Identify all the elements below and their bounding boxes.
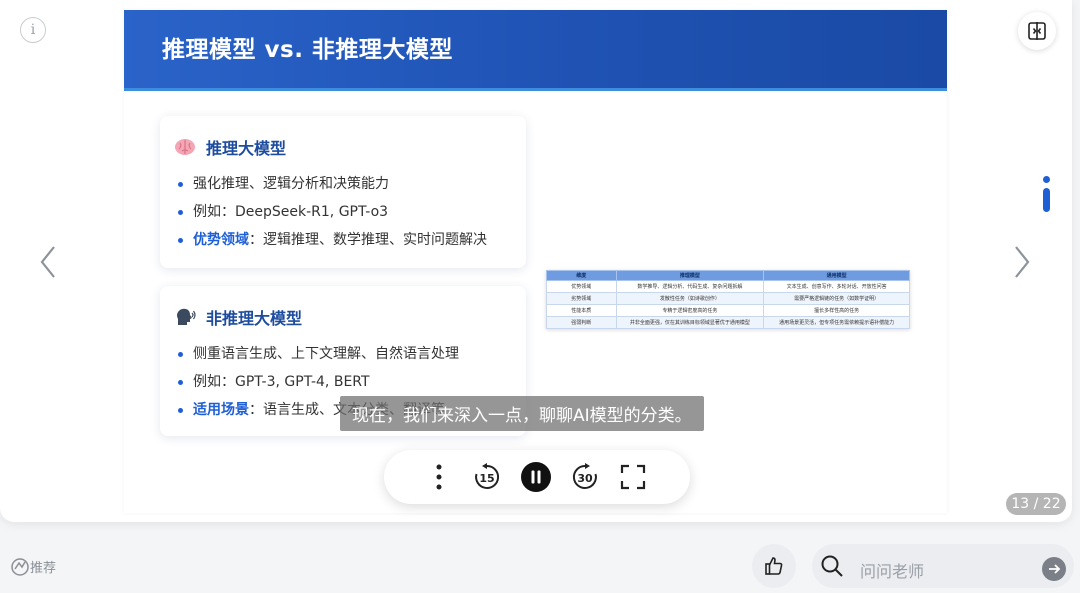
table-cell: 并非全面更强，仅在其训练目标领域显著优于通用模型 (615, 316, 765, 329)
split-view-icon (1028, 22, 1046, 40)
table-cell: 擅长多样性高的任务 (763, 304, 910, 317)
ask-teacher-bar[interactable]: 问问老师 (812, 544, 1074, 588)
forward-seconds: 30 (577, 472, 593, 485)
card-header: 推理大模型 (174, 135, 286, 159)
info-dot (1043, 176, 1050, 183)
ask-input-placeholder: 问问老师 (860, 562, 925, 581)
bullet-dot (178, 237, 183, 243)
table-cell: 发散性任务（如诗歌创作） (615, 292, 765, 305)
recommend-icon (11, 558, 29, 576)
table-cell: 通用场景更灵活，但专项任务需依赖提示语补偿能力 (763, 316, 910, 329)
slide-canvas: 推理模型 vs. 非推理大模型 推理大模型 强化推理、逻辑分析和决策能力 例如：… (124, 10, 947, 513)
table-cell: 数学推导、逻辑分析、代码生成、复杂问题拆解 (615, 280, 765, 293)
send-button[interactable] (1042, 557, 1066, 581)
list-item: 例如：GPT-3, GPT-4, BERT (178, 368, 459, 396)
card-title: 推理大模型 (206, 139, 287, 158)
slide-header: 推理模型 vs. 非推理大模型 (124, 10, 947, 91)
table-row: 强弱判断 并非全面更强，仅在其训练目标领域显著优于通用模型 通用场景更灵活，但专… (546, 316, 910, 329)
info-button[interactable]: i (20, 17, 46, 43)
bullet-dot (178, 379, 183, 385)
table-cell: 性能本质 (546, 304, 617, 317)
forward-30-icon: 30 (572, 463, 597, 489)
bullet-highlight: 适用场景 (193, 402, 249, 418)
table-cell: 优势领域 (546, 280, 617, 293)
next-slide-button[interactable] (1010, 244, 1034, 280)
forward-button[interactable]: 30 (568, 460, 602, 494)
slide-title: 推理模型 vs. 非推理大模型 (162, 37, 453, 63)
rewind-15-icon: 15 (475, 463, 500, 489)
table-header-row: 维度 推理模型 通用模型 (546, 270, 910, 281)
list-item: 例如：DeepSeek-R1, GPT-o3 (178, 198, 487, 226)
rewind-button[interactable]: 15 (470, 460, 504, 494)
bullet-text: 例如：DeepSeek-R1, GPT-o3 (193, 204, 389, 220)
bullet-dot (178, 407, 183, 413)
info-icon: i (30, 22, 36, 38)
thumbs-up-icon (765, 557, 783, 575)
playback-controls: 15 30 (384, 450, 690, 504)
slide-viewer: i 推理模型 vs. 非推理大模型 推理大模型 强化推理、逻辑分析和决策能力 例… (0, 0, 1072, 522)
like-button[interactable] (752, 544, 796, 588)
reasoning-model-card: 推理大模型 强化推理、逻辑分析和决策能力 例如：DeepSeek-R1, GPT… (160, 116, 526, 268)
bullet-text: 侧重语言生成、上下文理解、自然语言处理 (193, 346, 459, 362)
bullet-list: 强化推理、逻辑分析和决策能力 例如：DeepSeek-R1, GPT-o3 优势… (178, 170, 487, 254)
table-row: 性能本质 专精于逻辑密度高的任务 擅长多样性高的任务 (546, 304, 910, 317)
table-cell: 劣势领域 (546, 292, 617, 305)
recommend-link[interactable]: 推荐 (10, 555, 56, 577)
recommend-label: 推荐 (30, 560, 57, 576)
brain-icon (174, 137, 196, 157)
bullet-highlight: 优势领域 (193, 232, 249, 248)
table-header: 推理模型 (615, 270, 765, 281)
arrow-right-icon (1049, 564, 1061, 574)
pause-button[interactable] (519, 460, 553, 494)
card-title: 非推理大模型 (206, 309, 303, 328)
subtitle-caption: 现在，我们来深入一点，聊聊AI模型的分类。 (340, 396, 704, 431)
bullet-dot (178, 209, 183, 215)
slide-info-indicator[interactable] (1040, 176, 1052, 216)
table-header: 维度 (546, 270, 617, 281)
table-row: 劣势领域 发散性任务（如诗歌创作） 需要严格逻辑链的任务（如数学证明） (546, 292, 910, 305)
card-header: 非推理大模型 (174, 305, 302, 329)
table-cell: 文本生成、创意写作、多轮对话、开放性问答 (763, 280, 910, 293)
list-item: 强化推理、逻辑分析和决策能力 (178, 170, 487, 198)
bullet-text: 强化推理、逻辑分析和决策能力 (193, 176, 389, 192)
table-cell: 专精于逻辑密度高的任务 (615, 304, 765, 317)
bullet-text: 例如：GPT-3, GPT-4, BERT (193, 374, 370, 390)
rewind-seconds: 15 (479, 472, 494, 485)
list-item: 优势领域 ：逻辑推理、数学推理、实时问题解决 (178, 226, 487, 254)
split-view-button[interactable] (1018, 12, 1056, 50)
table-header: 通用模型 (763, 270, 910, 281)
list-item: 侧重语言生成、上下文理解、自然语言处理 (178, 340, 459, 368)
more-icon (436, 464, 442, 490)
fullscreen-button[interactable] (616, 460, 650, 494)
page-counter: 13 / 22 (1006, 493, 1066, 515)
previous-slide-button[interactable] (36, 244, 60, 280)
bullet-text: ：逻辑推理、数学推理、实时问题解决 (249, 232, 487, 248)
table-row: 优势领域 数学推导、逻辑分析、代码生成、复杂问题拆解 文本生成、创意写作、多轮对… (546, 280, 910, 293)
more-button[interactable] (422, 460, 456, 494)
bottom-bar: 推荐 问问老师 (0, 540, 1080, 593)
table-cell: 强弱判断 (546, 316, 617, 329)
search-icon (821, 555, 843, 577)
info-bar (1043, 188, 1050, 212)
speaking-head-icon (174, 307, 196, 327)
comparison-table: 维度 推理模型 通用模型 优势领域 数学推导、逻辑分析、代码生成、复杂问题拆解 … (546, 270, 910, 329)
bullet-dot (178, 181, 183, 187)
chevron-right-icon (1015, 246, 1030, 278)
pause-icon (521, 462, 551, 492)
chevron-left-icon (40, 246, 55, 278)
fullscreen-icon (620, 464, 646, 490)
table-cell: 需要严格逻辑链的任务（如数学证明） (763, 292, 910, 305)
bullet-dot (178, 351, 183, 357)
